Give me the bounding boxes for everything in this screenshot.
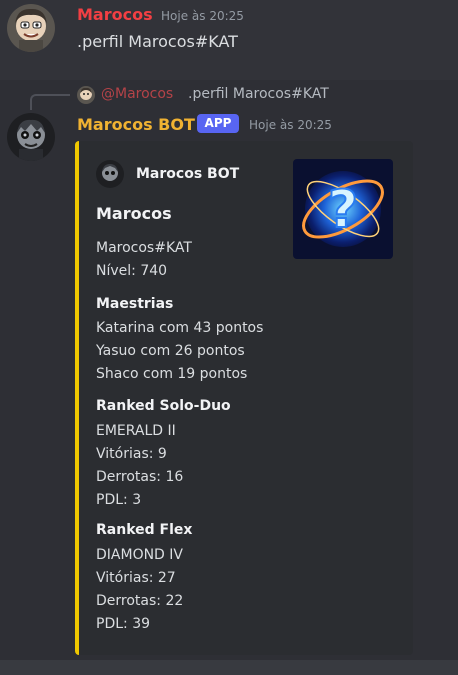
username-marocos[interactable]: Marocos [77,5,153,24]
field-line: DIAMOND IV [96,547,183,563]
message-timestamp: Hoje às 20:25 [161,9,244,23]
field-maestrias-name: Maestrias [96,296,174,312]
field-line: Yasuo com 26 pontos [96,343,245,359]
message-marocos-bot: @Marocos .perfil Marocos#KAT Marocos BOT… [0,80,458,660]
message-input-area[interactable] [0,660,458,675]
bot-avatar-icon[interactable] [7,113,55,161]
field-line: Shaco com 19 pontos [96,366,248,382]
description-line: Marocos#KAT [96,240,192,256]
field-line: Derrotas: 22 [96,593,184,609]
embed-title: Marocos [96,204,172,223]
field-line: Katarina com 43 pontos [96,320,264,336]
message-content: .perfil Marocos#KAT [77,32,238,51]
profile-embed: Marocos BOT ? Marocos Marocos#KAT Nível:… [75,141,413,655]
question-mark-orb-icon[interactable]: ? [293,159,393,259]
reply-preview-text[interactable]: .perfil Marocos#KAT [188,86,329,102]
field-line: EMERALD II [96,423,176,439]
message-timestamp: Hoje às 20:25 [249,118,332,132]
embed-author-icon[interactable] [96,160,124,188]
username-bot[interactable]: Marocos BOT [77,115,195,134]
app-badge: APP [197,114,239,133]
reply-connector [30,94,70,110]
svg-text:?: ? [328,180,358,240]
field-line: PDL: 3 [96,492,142,508]
field-line: Vitórias: 27 [96,570,176,586]
user-avatar-icon[interactable] [7,4,55,52]
field-line: Vitórias: 9 [96,446,167,462]
description-line: Nível: 740 [96,263,168,279]
field-line: Derrotas: 16 [96,469,184,485]
reply-avatar-icon[interactable] [77,86,95,104]
field-ranked-flex-name: Ranked Flex [96,522,193,538]
field-line: PDL: 39 [96,616,151,632]
reply-mention[interactable]: @Marocos [101,86,173,102]
embed-author-name[interactable]: Marocos BOT [136,166,239,182]
message-marocos: Marocos Hoje às 20:25 .perfil Marocos#KA… [0,0,458,80]
chat-page: Marocos Hoje às 20:25 .perfil Marocos#KA… [0,0,458,675]
field-ranked-solo-name: Ranked Solo-Duo [96,398,231,414]
